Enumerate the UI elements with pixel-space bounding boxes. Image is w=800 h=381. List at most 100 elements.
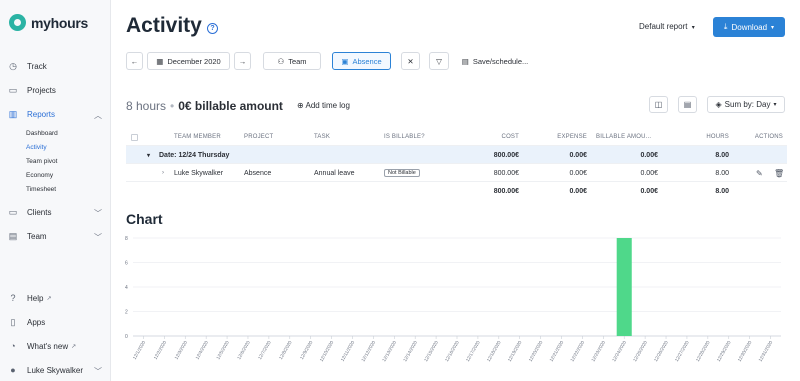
subnav-timesheet[interactable]: Timesheet: [26, 182, 111, 196]
download-button[interactable]: ⤓ Download ▾: [713, 17, 785, 37]
download-icon: ⤓: [723, 22, 728, 31]
absence-filter-button[interactable]: ▣ Absence: [332, 52, 391, 70]
cell-project: Absence: [244, 169, 272, 177]
sidebar-item-label: Reports: [27, 109, 56, 119]
select-all-checkbox[interactable]: [131, 128, 138, 146]
trash-icon[interactable]: 🗑: [774, 164, 784, 182]
columns-icon: ◫: [654, 100, 663, 109]
main-content: Activity ? Default report ▾ ⤓ Download ▾…: [111, 0, 800, 381]
x-tick-label: 12/25/2020: [632, 340, 648, 363]
chart-bar[interactable]: [616, 238, 632, 336]
group-expense: 0.00€: [569, 151, 587, 159]
total-cost: 800.00€: [493, 187, 519, 195]
prev-month-button[interactable]: ←: [126, 52, 143, 70]
close-icon: ✕: [407, 56, 414, 66]
sidebar-item-user[interactable]: ● Luke Skywalker ﹀: [0, 358, 111, 381]
sum-by-select[interactable]: ◈ Sum by: Day ▾: [707, 96, 785, 113]
sidebar-item-clients[interactable]: ▭ Clients ﹀: [0, 200, 111, 224]
chevron-down-icon: ﹀: [94, 209, 102, 218]
x-tick-label: 12/5/2020: [215, 340, 230, 361]
plus-circle-icon: ⊕: [297, 101, 304, 110]
x-tick-label: 12/21/2020: [549, 340, 565, 363]
subnav-economy[interactable]: Economy: [26, 168, 111, 182]
filter-button[interactable]: ▽: [429, 52, 449, 70]
columns-view-button[interactable]: ◫: [649, 96, 668, 113]
sidebar-item-team[interactable]: ▤ Team ﹀: [0, 224, 111, 248]
total-billable: 0.00€: [640, 187, 658, 195]
y-tick-label: 2: [125, 310, 128, 316]
sidebar-item-apps[interactable]: ▯ Apps: [0, 310, 111, 334]
sidebar-item-label: Team: [27, 231, 47, 241]
cell-cost: 800.00€: [493, 169, 519, 177]
col-team-member[interactable]: TEAM MEMBER: [174, 128, 221, 146]
save-schedule-button[interactable]: ▤ Save/schedule...: [456, 52, 534, 70]
y-tick-label: 8: [125, 236, 128, 242]
chevron-right-icon[interactable]: ›: [162, 164, 164, 182]
table-row[interactable]: › Luke Skywalker Absence Annual leave No…: [126, 164, 787, 182]
x-tick-label: 12/23/2020: [590, 340, 606, 363]
team-filter-button[interactable]: ⚇ Team: [263, 52, 321, 70]
page-title: Activity: [126, 14, 202, 37]
sidebar-item-help[interactable]: ? Help ↗: [0, 286, 111, 310]
chart-title: Chart: [126, 211, 163, 227]
save-label: Save/schedule...: [472, 56, 529, 66]
table-view-button[interactable]: ▤: [678, 96, 697, 113]
sidebar-item-label: What's new: [27, 341, 69, 351]
clock-icon: ◷: [9, 60, 17, 71]
sidebar-item-whats-new[interactable]: ◔ What's new ↗: [0, 334, 111, 358]
clear-filter-button[interactable]: ✕: [401, 52, 420, 70]
default-report-select[interactable]: Default report ▾: [639, 22, 695, 31]
sidebar-item-label: Luke Skywalker: [27, 365, 84, 375]
add-time-log-button[interactable]: ⊕ Add time log: [297, 101, 350, 110]
subnav-team-pivot[interactable]: Team pivot: [26, 154, 111, 168]
filter-icon: ▽: [436, 56, 442, 66]
sidebar: myhours ◷ Track ▭ Projects ▥ Reports ︿ D…: [0, 0, 111, 381]
col-hours[interactable]: HOURS: [686, 128, 729, 146]
chevron-down-icon: ﹀: [94, 367, 102, 376]
phone-icon: ▯: [10, 316, 16, 327]
sidebar-item-reports[interactable]: ▥ Reports ︿: [0, 102, 111, 126]
y-tick-label: 0: [125, 334, 128, 340]
y-tick-label: 6: [125, 261, 128, 267]
subnav-activity[interactable]: Activity: [26, 140, 111, 154]
col-task[interactable]: TASK: [314, 128, 330, 146]
x-tick-label: 12/20/2020: [528, 340, 544, 363]
next-month-button[interactable]: →: [234, 52, 251, 70]
team-icon: ▤: [8, 230, 18, 241]
col-cost[interactable]: COST: [466, 128, 519, 146]
summary-hours: 8 hours: [126, 99, 167, 113]
subnav-dashboard[interactable]: Dashboard: [26, 126, 111, 140]
cell-hours: 8.00: [715, 169, 729, 177]
sidebar-item-label: Help: [27, 293, 44, 303]
sidebar-item-projects[interactable]: ▭ Projects: [0, 78, 111, 102]
bell-icon: ◔: [10, 341, 16, 351]
edit-icon[interactable]: ✎: [756, 164, 763, 182]
x-tick-label: 12/24/2020: [611, 340, 627, 363]
activity-bar-chart: 0 2 4 6 8 12/1/2020 12/2/2020 12/3/2020 12/4/202…: [125, 236, 781, 363]
sidebar-item-track[interactable]: ◷ Track: [0, 54, 111, 78]
layers-icon: ◈: [715, 100, 722, 109]
x-tick-label: 12/14/2020: [402, 340, 418, 363]
group-cost: 800.00€: [493, 151, 519, 159]
summary-text: 8 hours • 0€ billable amount: [126, 99, 283, 113]
x-tick-label: 12/4/2020: [194, 340, 209, 361]
chevron-up-icon: ︿: [94, 111, 102, 120]
group-billable: 0.00€: [640, 151, 658, 159]
x-tick-label: 12/2/2020: [153, 340, 168, 361]
sidebar-item-label: Clients: [27, 207, 52, 217]
x-tick-label: 12/22/2020: [569, 340, 585, 363]
help-icon[interactable]: ?: [207, 23, 218, 34]
folder-icon: ▭: [8, 206, 18, 217]
col-project[interactable]: PROJECT: [244, 128, 273, 146]
table-group-row[interactable]: ▾ Date: 12/24 Thursday 800.00€ 0.00€ 0.0…: [126, 146, 787, 164]
save-icon: ▤: [461, 56, 469, 66]
x-tick-label: 12/3/2020: [174, 340, 189, 361]
col-is-billable[interactable]: IS BILLABLE?: [384, 128, 425, 146]
x-tick-label: 12/29/2020: [716, 340, 732, 363]
col-billable-amount[interactable]: BILLABLE AMOU...: [596, 128, 651, 146]
chevron-down-icon[interactable]: ▾: [147, 146, 150, 164]
app-logo[interactable]: myhours: [9, 14, 88, 31]
col-expense[interactable]: EXPENSE: [536, 128, 587, 146]
date-picker[interactable]: ▦ December 2020: [147, 52, 230, 70]
caret-down-icon: ▾: [771, 24, 775, 31]
